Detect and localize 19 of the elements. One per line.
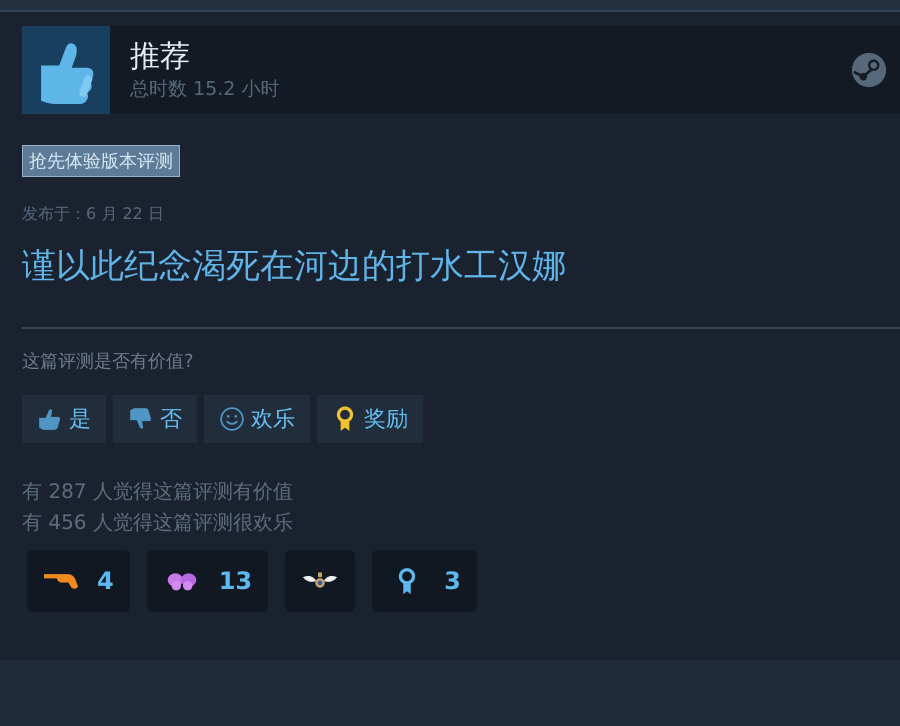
- funny-vote-button[interactable]: 欢乐: [204, 395, 310, 443]
- early-access-tag: 抢先体验版本评测: [22, 145, 180, 177]
- pointing-hand-icon: [43, 572, 79, 590]
- playtime-text: 总时数 15.2 小时: [130, 77, 280, 102]
- award-chip[interactable]: [285, 550, 356, 612]
- review-verdict: 推荐: [130, 38, 191, 76]
- award-vote-button[interactable]: 奖励: [317, 395, 423, 443]
- smiley-icon: [219, 406, 245, 432]
- review-text: 谨以此纪念渴死在河边的打水工汉娜: [22, 245, 567, 288]
- platform-logo-icon: [850, 51, 888, 89]
- posted-date: 发布于：6 月 22 日: [22, 204, 165, 225]
- award-chip[interactable]: 4: [27, 550, 130, 612]
- award-chip[interactable]: 3: [372, 550, 477, 612]
- vote-count-text: 有 287 人觉得这篇评测有价值: [22, 478, 294, 505]
- helpful-question: 这篇评测是否有价值?: [22, 350, 195, 373]
- vote-count-text: 有 456 人觉得这篇评测很欢乐: [22, 509, 294, 536]
- yes-vote-button[interactable]: 是: [22, 395, 106, 443]
- award-chip[interactable]: 13: [146, 550, 268, 612]
- no-vote-button[interactable]: 否: [113, 395, 197, 443]
